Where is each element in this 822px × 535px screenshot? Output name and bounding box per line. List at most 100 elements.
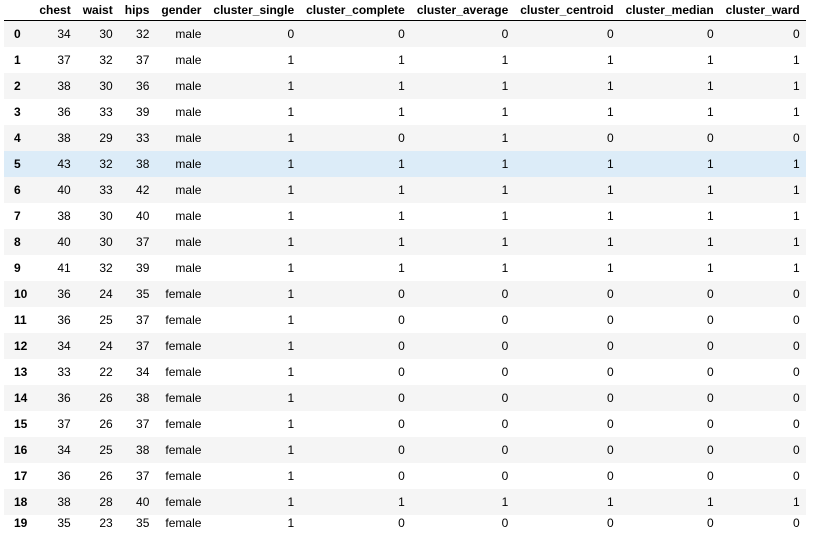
row-index: 17 [14, 469, 28, 483]
table-row[interactable]: 12 34 24 37 female 1 0 0 0 0 0 [4, 333, 806, 359]
cell-hips: 37 [136, 235, 150, 249]
cell-waist: 32 [99, 261, 113, 275]
cell-cluster-average: 1 [501, 157, 509, 171]
table-row[interactable]: 14 36 26 38 female 1 0 0 0 0 0 [4, 385, 806, 411]
cell-cluster-average: 0 [501, 469, 509, 483]
cell-cluster-average: 1 [501, 183, 509, 197]
cell-cluster-average: 1 [501, 261, 509, 275]
row-index: 12 [14, 339, 28, 353]
cell-cluster-average: 1 [501, 53, 509, 67]
cell-cluster-single: 1 [287, 261, 295, 275]
cell-chest: 38 [57, 209, 71, 223]
table-row[interactable]: 3 36 33 39 male 1 1 1 1 1 1 [4, 99, 806, 125]
table-row[interactable]: 10 36 24 35 female 1 0 0 0 0 0 [4, 281, 806, 307]
table-row[interactable]: 1 37 32 37 male 1 1 1 1 1 1 [4, 47, 806, 73]
cell-chest: 36 [57, 287, 71, 301]
cell-cluster-median: 1 [706, 209, 714, 223]
row-index: 10 [14, 287, 28, 301]
cell-cluster-complete: 0 [398, 417, 405, 431]
cell-cluster-centroid: 1 [606, 235, 614, 249]
cell-cluster-complete: 0 [398, 339, 405, 353]
cell-cluster-complete: 0 [398, 131, 405, 145]
column-header-chest: chest [33, 0, 77, 21]
cell-cluster-average: 0 [501, 365, 509, 379]
cell-cluster-ward: 1 [793, 157, 800, 171]
cell-cluster-median: 0 [706, 365, 714, 379]
cell-gender: female [165, 287, 202, 301]
cell-cluster-single: 1 [287, 287, 295, 301]
cell-cluster-centroid: 0 [606, 443, 614, 457]
cell-cluster-centroid: 0 [606, 516, 614, 530]
cell-cluster-median: 1 [706, 235, 714, 249]
cell-waist: 25 [99, 443, 113, 457]
cell-waist: 25 [99, 313, 113, 327]
cell-cluster-complete: 1 [398, 53, 405, 67]
cell-cluster-ward: 0 [793, 391, 800, 405]
column-header-cluster-average: cluster_average [410, 0, 515, 21]
table-row[interactable]: 19 35 23 35 female 1 0 0 0 0 0 [4, 515, 806, 533]
cell-waist: 24 [99, 287, 113, 301]
cell-cluster-single: 1 [287, 183, 295, 197]
table-row[interactable]: 6 40 33 42 male 1 1 1 1 1 1 [4, 177, 806, 203]
cell-cluster-average: 1 [501, 495, 509, 509]
cell-cluster-complete: 0 [398, 365, 405, 379]
cell-cluster-median: 1 [706, 495, 714, 509]
cell-waist: 26 [99, 469, 113, 483]
cell-cluster-average: 0 [501, 287, 509, 301]
row-index: 15 [14, 417, 28, 431]
cell-cluster-ward: 1 [793, 183, 800, 197]
cell-cluster-complete: 0 [398, 469, 405, 483]
cell-cluster-average: 1 [501, 235, 509, 249]
cell-hips: 34 [136, 365, 150, 379]
row-index: 5 [14, 157, 21, 171]
cell-cluster-complete: 1 [398, 183, 405, 197]
table-row[interactable]: 18 38 28 40 female 1 1 1 1 1 1 [4, 489, 806, 515]
cell-cluster-average: 1 [501, 79, 509, 93]
cell-cluster-centroid: 0 [606, 391, 614, 405]
cell-gender: male [175, 183, 202, 197]
cell-cluster-average: 0 [501, 391, 509, 405]
table-row[interactable]: 15 37 26 37 female 1 0 0 0 0 0 [4, 411, 806, 437]
table-row[interactable]: 11 36 25 37 female 1 0 0 0 0 0 [4, 307, 806, 333]
cell-chest: 38 [57, 79, 71, 93]
cell-cluster-centroid: 1 [606, 157, 614, 171]
row-index: 13 [14, 365, 28, 379]
cell-gender: female [165, 313, 202, 327]
cell-waist: 30 [99, 27, 113, 41]
cell-cluster-complete: 1 [398, 235, 405, 249]
cell-gender: male [175, 157, 202, 171]
cell-cluster-centroid: 1 [606, 53, 614, 67]
cell-chest: 36 [57, 105, 71, 119]
cell-cluster-centroid: 0 [606, 287, 614, 301]
cell-cluster-centroid: 1 [606, 209, 614, 223]
cell-cluster-complete: 1 [398, 105, 405, 119]
table-row[interactable]: 9 41 32 39 male 1 1 1 1 1 1 [4, 255, 806, 281]
table-row[interactable]: 7 38 30 40 male 1 1 1 1 1 1 [4, 203, 806, 229]
cell-hips: 33 [136, 131, 150, 145]
table-row[interactable]: 16 34 25 38 female 1 0 0 0 0 0 [4, 437, 806, 463]
table-row[interactable]: 17 36 26 37 female 1 0 0 0 0 0 [4, 463, 806, 489]
cell-waist: 24 [99, 339, 113, 353]
table-row[interactable]: 13 33 22 34 female 1 0 0 0 0 0 [4, 359, 806, 385]
row-index: 16 [14, 443, 28, 457]
cell-gender: male [175, 209, 202, 223]
cell-gender: female [165, 417, 202, 431]
table-row[interactable]: 4 38 29 33 male 1 0 1 0 0 0 [4, 125, 806, 151]
cell-hips: 38 [136, 443, 150, 457]
cell-gender: female [165, 516, 202, 530]
cell-hips: 39 [136, 105, 150, 119]
header-row: chest waist hips gender cluster_single c… [4, 0, 806, 21]
dataframe-table: chest waist hips gender cluster_single c… [4, 0, 806, 533]
table-row[interactable]: 8 40 30 37 male 1 1 1 1 1 1 [4, 229, 806, 255]
cell-cluster-median: 0 [706, 287, 714, 301]
cell-cluster-ward: 0 [793, 443, 800, 457]
row-index: 7 [14, 209, 21, 223]
cell-cluster-complete: 0 [398, 516, 405, 530]
table-row[interactable]: 0 34 30 32 male 0 0 0 0 0 0 [4, 20, 806, 47]
table-row[interactable]: 5 43 32 38 male 1 1 1 1 1 1 [4, 151, 806, 177]
cell-gender: male [175, 235, 202, 249]
cell-chest: 34 [57, 27, 71, 41]
cell-waist: 26 [99, 417, 113, 431]
table-row[interactable]: 2 38 30 36 male 1 1 1 1 1 1 [4, 73, 806, 99]
cell-cluster-centroid: 1 [606, 79, 614, 93]
